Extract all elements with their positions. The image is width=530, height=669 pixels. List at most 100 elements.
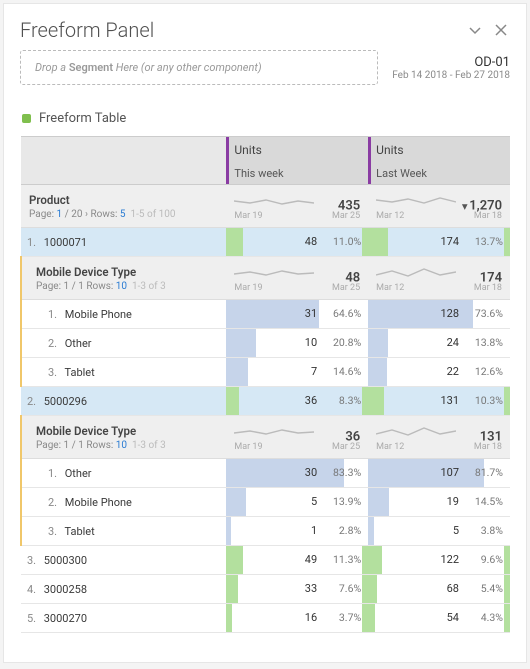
metric-cell[interactable]: 4911.3%	[226, 546, 368, 575]
panel-title[interactable]: Freeform Panel	[20, 18, 458, 42]
summary-cell[interactable]: Mar 19Mar 25 435	[226, 185, 368, 228]
column-header[interactable]: Units This week	[226, 137, 368, 185]
dimension-header-row: Product Page: 1 / 20 › Rows: 5 1-5 of 10…	[21, 185, 510, 228]
metric-value: 174	[440, 228, 459, 256]
row-label: 3000258	[44, 583, 87, 596]
table-row[interactable]: 5. 3000270 163.7% 544.3%	[21, 604, 510, 633]
metric-value: 122	[440, 546, 459, 574]
metric-value: 36	[305, 387, 317, 415]
metric-cell[interactable]: 513.9%	[226, 488, 368, 517]
metric-cell[interactable]: 1020.8%	[226, 329, 368, 358]
summary-cell[interactable]: Mar 12Mar 18 1,270	[368, 185, 510, 228]
table-row[interactable]: 4. 3000258 337.6% 685.4%	[21, 575, 510, 604]
metric-cell[interactable]: 122 9.6%	[368, 546, 510, 575]
row-number: 3.	[48, 366, 62, 379]
breakdown-pagination[interactable]: Page: 1 / 1 Rows: 10 1-3 of 3	[36, 281, 218, 292]
sort-desc-icon	[462, 199, 469, 214]
dropzone-text-bold: Segment	[69, 61, 113, 74]
metric-value: 5	[311, 488, 317, 516]
row-number: 4.	[27, 583, 41, 596]
metric-percent: 5.4%	[469, 575, 503, 603]
breakdown-row[interactable]: 1. Mobile Phone 3164.6% 12873.6%	[21, 300, 510, 329]
metric-cell[interactable]: 3164.6%	[226, 300, 368, 329]
segment-dropzone[interactable]: Drop a Segment Here (or any other compon…	[20, 50, 378, 85]
breakdown-row[interactable]: 2. Other 1020.8% 2413.8%	[21, 329, 510, 358]
row-number: 1.	[48, 467, 62, 480]
metric-cell[interactable]: 1914.5%	[368, 488, 510, 517]
breakdown-row[interactable]: 3. Tablet 714.6% 2212.6%	[21, 358, 510, 387]
dropzone-text-prefix: Drop a	[35, 61, 69, 74]
metric-percent: 7.6%	[327, 575, 361, 603]
project-name: OD-01	[392, 55, 510, 70]
breakdown-label-cell[interactable]: Mobile Device Type Page: 1 / 1 Rows: 10 …	[21, 257, 226, 300]
metric-cell[interactable]: 12873.6%	[368, 300, 510, 329]
close-icon[interactable]	[492, 21, 510, 39]
chevron-right-icon[interactable]: ›	[85, 209, 88, 220]
breakdown-row[interactable]: 2. Mobile Phone 513.9% 1914.5%	[21, 488, 510, 517]
breakdown-summary-value: 131	[480, 430, 502, 445]
table-title[interactable]: Freeform Table	[39, 111, 126, 126]
metric-value: 1	[311, 517, 317, 545]
row-label: 5000300	[44, 554, 87, 567]
dimension-name: Product	[29, 193, 218, 207]
metric-cell[interactable]: 544.3%	[368, 604, 510, 633]
breakdown-summary-cell[interactable]: Mar 12Mar 18 174	[368, 257, 510, 300]
metric-value: 19	[447, 488, 459, 516]
table-title-row: Freeform Table	[22, 111, 510, 126]
metric-value: 131	[440, 387, 459, 415]
metric-cell[interactable]: 4811.0%	[226, 228, 368, 257]
breakdown-header-row: Mobile Device Type Page: 1 / 1 Rows: 10 …	[21, 416, 510, 459]
row-label: 3000270	[44, 612, 87, 625]
row-number: 2.	[27, 395, 41, 408]
metric-cell[interactable]: 53.8%	[368, 517, 510, 546]
metric-value: 48	[305, 228, 317, 256]
table-row[interactable]: 1. 1000071 4811.0% 17413.7%	[21, 228, 510, 257]
metric-value: 107	[440, 459, 459, 487]
metric-cell[interactable]: 17413.7%	[368, 228, 510, 257]
breakdown-pagination[interactable]: Page: 1 / 1 Rows: 10 1-3 of 3	[36, 440, 218, 451]
metric-percent: 9.6%	[469, 546, 503, 574]
breakdown-summary-cell[interactable]: Mar 19Mar 25 36	[226, 416, 368, 459]
breakdown-summary-cell[interactable]: Mar 12Mar 18 131	[368, 416, 510, 459]
dimension-pagination[interactable]: Page: 1 / 20 › Rows: 5 1-5 of 100	[29, 209, 218, 220]
metric-cell[interactable]: 12.8%	[226, 517, 368, 546]
metric-percent: 8.3%	[327, 387, 361, 415]
breakdown-label-cell[interactable]: Mobile Device Type Page: 1 / 1 Rows: 10 …	[21, 416, 226, 459]
metric-cell[interactable]: 714.6%	[226, 358, 368, 387]
table-row[interactable]: 3. 5000300 4911.3% 122 9.6%	[21, 546, 510, 575]
table-row[interactable]: 2. 5000296 368.3% 13110.3%	[21, 387, 510, 416]
metric-cell[interactable]: 337.6%	[226, 575, 368, 604]
breakdown-row[interactable]: 1. Other 3083.3% 10781.7%	[21, 459, 510, 488]
column-subtitle: This week	[234, 167, 283, 180]
breakdown-name: Mobile Device Type	[36, 265, 218, 279]
summary-value: 1,270	[462, 199, 502, 214]
collapse-icon[interactable]	[466, 21, 484, 39]
metric-value: 128	[440, 300, 459, 328]
column-header[interactable]: Units Last Week	[368, 137, 510, 185]
column-title: Units	[234, 143, 360, 157]
metric-cell[interactable]: 163.7%	[226, 604, 368, 633]
metric-percent: 83.3%	[327, 459, 361, 487]
metric-cell[interactable]: 2413.8%	[368, 329, 510, 358]
metric-cell[interactable]: 685.4%	[368, 575, 510, 604]
metric-value: 10	[305, 329, 317, 357]
breakdown-row[interactable]: 3. Tablet 12.8% 53.8%	[21, 517, 510, 546]
row-number: 2.	[48, 337, 62, 350]
date-range-picker[interactable]: OD-01 Feb 14 2018 - Feb 27 2018	[378, 50, 510, 85]
metric-percent: 64.6%	[327, 300, 361, 328]
metric-percent: 14.6%	[327, 358, 361, 386]
metric-cell[interactable]: 3083.3%	[226, 459, 368, 488]
dimension-label-cell[interactable]: Product Page: 1 / 20 › Rows: 5 1-5 of 10…	[21, 185, 226, 228]
row-label: 1000071	[44, 236, 87, 249]
metric-cell[interactable]: 2212.6%	[368, 358, 510, 387]
row-label: Mobile Phone	[65, 496, 132, 509]
metric-cell[interactable]: 131 10.3%	[368, 387, 510, 416]
row-number: 3.	[27, 554, 41, 567]
metric-cell[interactable]: 36 8.3%	[226, 387, 368, 416]
metric-cell[interactable]: 10781.7%	[368, 459, 510, 488]
row-number: 5.	[27, 612, 41, 625]
row-number: 3.	[48, 525, 62, 538]
metric-percent: 10.3%	[469, 387, 503, 415]
metric-value: 54	[447, 604, 459, 632]
breakdown-summary-cell[interactable]: Mar 19Mar 25 48	[226, 257, 368, 300]
